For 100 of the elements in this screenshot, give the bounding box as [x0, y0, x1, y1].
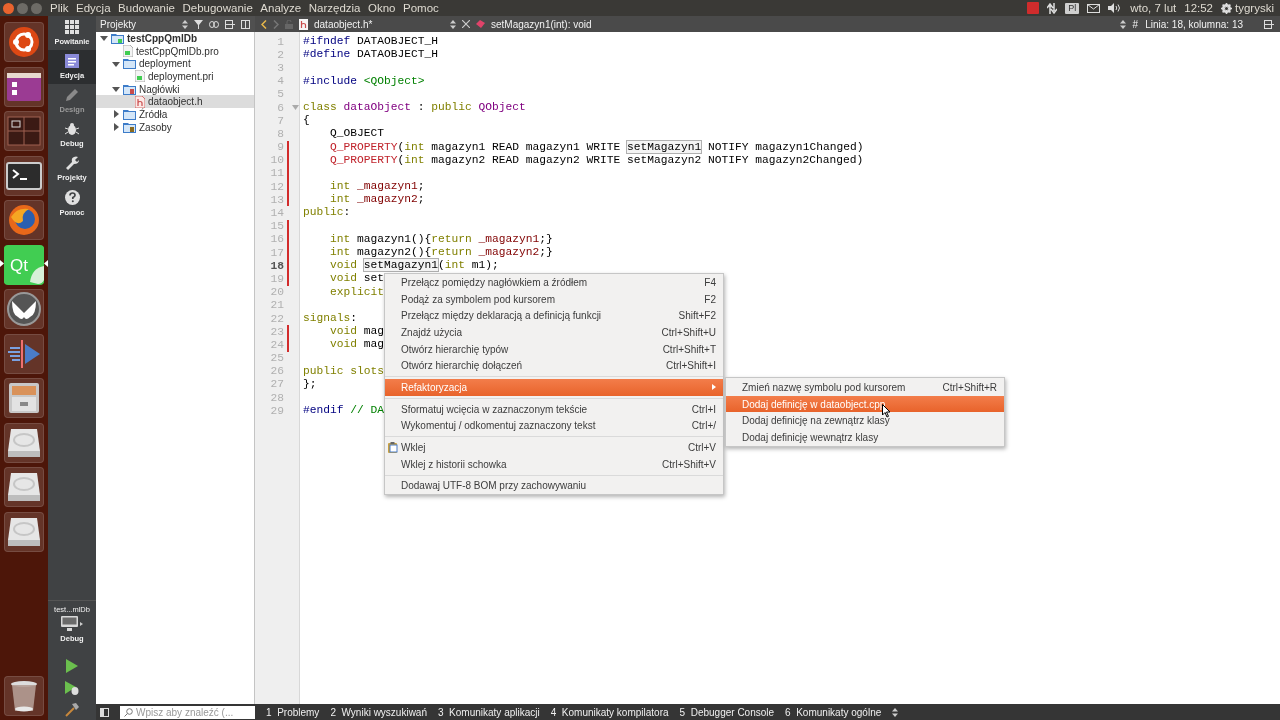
run-icon[interactable]	[66, 659, 78, 673]
link-icon[interactable]	[209, 20, 219, 28]
split-icon[interactable]	[225, 19, 235, 29]
menu-item[interactable]: Przełącz między deklaracją a definicją funkcji Shift+F2	[385, 307, 723, 325]
menu-item[interactable]: Dodawaj UTF-8 BOM przy zachowywaniu	[385, 477, 723, 495]
submenu-arrow-icon	[712, 384, 716, 391]
line-number: 26	[269, 365, 284, 378]
search-field[interactable]: Wpisz aby znaleźć (...	[120, 705, 255, 719]
file-cabinet-icon	[7, 381, 41, 416]
output-pane-tab[interactable]: 3 Komunikaty aplikacji	[438, 706, 540, 718]
tree-item[interactable]: Nagłówki	[96, 82, 254, 96]
code-line: #include <QObject>	[303, 74, 425, 88]
launcher-item[interactable]	[4, 200, 44, 241]
tree-item[interactable]: testCppQmlDb.pro	[96, 44, 254, 58]
output-pane-tab[interactable]: 4 Komunikaty kompilatora	[550, 706, 669, 718]
trash-icon	[9, 679, 39, 713]
menu-item[interactable]: Przełącz pomiędzy nagłówkiem a źródłem F4	[385, 274, 723, 291]
menu-item[interactable]: Podąż za symbolem pod kursorem F2	[385, 290, 723, 308]
line-number: 13	[269, 193, 284, 206]
menu-item[interactable]: Wklej Ctrl+V	[385, 439, 723, 456]
encoding-button[interactable]: #	[1132, 18, 1139, 30]
header-file-icon	[135, 95, 145, 108]
expand-arrow-icon[interactable]	[112, 59, 120, 68]
split-icon[interactable]	[1264, 19, 1274, 29]
expand-arrow-icon[interactable]	[100, 34, 108, 43]
tree-item[interactable]: testCppQmlDb	[96, 32, 254, 45]
debug-run-icon[interactable]	[65, 681, 79, 695]
output-pane-tab[interactable]: 2 Wyniki wyszukiwań	[330, 706, 427, 718]
menu-item[interactable]: Wykomentuj / odkomentuj zaznaczony tekst Ctrl+/	[385, 417, 723, 435]
tree-item[interactable]: Źródła	[96, 108, 254, 121]
mail-icon[interactable]	[1087, 3, 1101, 13]
menu-item[interactable]: Dodaj definicję na zewnątrz klasy	[726, 412, 1004, 430]
collapse-arrow-icon[interactable]	[112, 123, 120, 132]
menu-item[interactable]: Debugowanie	[182, 2, 253, 14]
menu-item[interactable]: Pomoc	[403, 2, 439, 14]
menu-item[interactable]: Sformatuj wcięcia w zaznaczonym tekście Ctrl+I	[385, 400, 723, 418]
line-number: 24	[269, 338, 284, 351]
filter-icon[interactable]	[194, 19, 203, 29]
menu-item[interactable]: Otwórz hierarchię typów Ctrl+Shift+T	[385, 340, 723, 358]
up-down-arrows-icon[interactable]	[1119, 19, 1126, 29]
output-pane-tab[interactable]: 6 Komunikaty ogólne	[785, 706, 882, 718]
line-number: 12	[269, 180, 284, 193]
menu-item[interactable]: Zmień nazwę symbolu pod kursorem Ctrl+Shift+R	[726, 379, 1004, 396]
launcher-item[interactable]	[4, 676, 44, 716]
menu-item[interactable]: Wklej z historii schowka Ctrl+Shift+V	[385, 455, 723, 473]
launcher-item[interactable]	[4, 467, 44, 508]
menu-item[interactable]: Okno	[368, 2, 396, 14]
menu-item[interactable]: Otwórz hierarchię dołączeń Ctrl+Shift+I	[385, 357, 723, 375]
cursor-position[interactable]: Linia: 18, kolumna: 13	[1145, 18, 1243, 30]
up-down-arrows-icon[interactable]	[892, 707, 899, 717]
circle-logo-icon	[7, 25, 41, 60]
launcher-item[interactable]	[4, 378, 44, 419]
output-pane-tab[interactable]: 1 Problemy	[266, 706, 320, 718]
expand-arrow-icon[interactable]	[112, 85, 120, 94]
user-name[interactable]: tygryski	[1235, 2, 1274, 14]
folder-icon	[123, 58, 136, 70]
menu-item[interactable]: Dodaj definicję wewnątrz klasy	[726, 429, 1004, 446]
keyboard-layout-indicator[interactable]: Pl	[1065, 2, 1080, 14]
volume-icon[interactable]	[1108, 3, 1123, 13]
close-icon[interactable]	[462, 20, 470, 28]
collapse-arrow-icon[interactable]	[112, 110, 120, 119]
line-number: 19	[269, 272, 284, 285]
hard-drive-icon	[6, 471, 42, 504]
tree-item[interactable]: Zasoby	[96, 120, 254, 134]
menu-item[interactable]: Edycja	[76, 2, 111, 14]
tree-item[interactable]: dataobject.h	[96, 95, 254, 109]
launcher-item[interactable]	[4, 155, 44, 196]
line-number: 29	[269, 404, 284, 417]
output-pane-tab[interactable]: 5 Debugger Console	[679, 706, 775, 718]
menu-item[interactable]: Znajdź użycia Ctrl+Shift+U	[385, 324, 723, 341]
close-panel-icon[interactable]	[241, 19, 250, 29]
tree-item[interactable]: deployment	[96, 57, 254, 71]
up-down-arrows-icon[interactable]	[450, 19, 456, 29]
network-arrows-icon[interactable]	[1047, 2, 1058, 14]
settings-icon[interactable]	[1221, 2, 1232, 14]
launcher-item[interactable]	[4, 22, 44, 63]
date-label[interactable]: wto, 7 lut	[1130, 2, 1177, 14]
line-number: 4	[276, 75, 284, 88]
menu-item[interactable]: Plik	[50, 2, 69, 14]
tree-item[interactable]: deployment.pri	[96, 70, 254, 83]
hammer-icon[interactable]	[65, 703, 79, 717]
up-down-arrows-icon[interactable]	[182, 19, 188, 29]
line-number: 16	[269, 233, 284, 246]
launcher-item[interactable]	[4, 422, 44, 463]
menu-item[interactable]: Budowanie	[118, 2, 175, 14]
open-file-name[interactable]: dataobject.h*	[314, 18, 444, 30]
sidebar-toggle-icon[interactable]	[100, 707, 109, 717]
launcher-item[interactable]	[4, 289, 44, 330]
line-number: 21	[269, 299, 284, 312]
code-line: void mag	[329, 338, 385, 352]
monitor-icon[interactable]	[61, 616, 83, 632]
menu-item[interactable]: Analyze	[260, 2, 302, 14]
menu-item[interactable]: Narzędzia	[308, 2, 361, 14]
globe-fox-icon	[7, 203, 41, 238]
launcher-item[interactable]	[4, 66, 44, 107]
close-window-button[interactable]	[3, 2, 14, 14]
clock-label[interactable]: 12:52	[1184, 2, 1213, 14]
code-line: #define DATAOBJECT_H	[303, 48, 439, 62]
launcher-item[interactable]	[4, 511, 44, 552]
symbol-selector[interactable]: setMagazyn1(int): void	[491, 18, 592, 30]
